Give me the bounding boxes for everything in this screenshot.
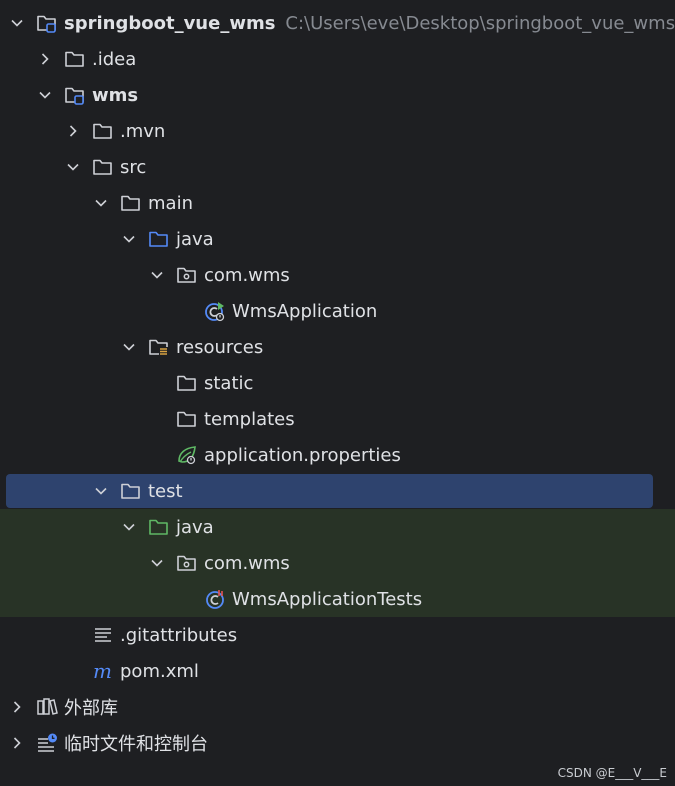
folder-icon [176, 372, 198, 394]
resources-folder-icon [148, 336, 170, 358]
svg-text:m: m [93, 660, 112, 682]
pom-file-label: pom.xml [120, 660, 199, 682]
folder-icon [176, 408, 198, 430]
folder-icon [64, 48, 86, 70]
app-class-label: WmsApplication [232, 300, 378, 322]
chevron-down-icon[interactable] [36, 86, 54, 104]
properties-file-label: application.properties [204, 444, 401, 466]
external-libraries-label: 外部库 [64, 698, 118, 719]
module-folder-icon [36, 12, 58, 34]
library-icon [36, 696, 58, 718]
root-project-path: C:\Users\eve\Desktop\springboot_vue_wms [285, 12, 675, 34]
tree-row-main-java[interactable]: java [0, 221, 675, 257]
tree-row-main-package[interactable]: com.wms [0, 257, 675, 293]
chevron-right-icon[interactable] [8, 698, 26, 716]
tree-row-wms[interactable]: wms [0, 77, 675, 113]
tree-row-test-class[interactable]: WmsApplicationTests [0, 581, 675, 617]
chevron-down-icon[interactable] [92, 482, 110, 500]
mvn-folder-label: .mvn [120, 120, 166, 142]
maven-icon: m [92, 660, 114, 682]
folder-icon [92, 156, 114, 178]
folder-icon [120, 480, 142, 502]
resources-folder-label: resources [176, 336, 264, 358]
test-class-icon [204, 588, 226, 610]
tree-row-scratches[interactable]: 临时文件和控制台 [0, 725, 675, 761]
tree-row-static[interactable]: static [0, 365, 675, 401]
chevron-right-icon[interactable] [64, 122, 82, 140]
gitattributes-file-label: .gitattributes [120, 624, 238, 646]
tree-row-pom[interactable]: m pom.xml [0, 653, 675, 689]
chevron-down-icon[interactable] [92, 194, 110, 212]
tree-row-mvn[interactable]: .mvn [0, 113, 675, 149]
scratches-label: 临时文件和控制台 [64, 734, 208, 755]
chevron-right-icon[interactable] [8, 734, 26, 752]
source-folder-icon [148, 228, 170, 250]
tree-row-root[interactable]: springboot_vue_wms C:\Users\eve\Desktop\… [0, 5, 675, 41]
chevron-down-icon[interactable] [8, 14, 26, 32]
test-package-label: com.wms [204, 552, 290, 574]
chevron-down-icon[interactable] [64, 158, 82, 176]
tree-row-external-libraries[interactable]: 外部库 [0, 689, 675, 725]
folder-icon [92, 120, 114, 142]
static-folder-label: static [204, 372, 254, 394]
chevron-down-icon[interactable] [148, 554, 166, 572]
tree-row-properties[interactable]: application.properties [0, 437, 675, 473]
test-folder-label: test [148, 480, 183, 502]
watermark: CSDN @E___V___E [557, 766, 667, 780]
text-file-icon [92, 624, 114, 646]
main-package-label: com.wms [204, 264, 290, 286]
package-icon [176, 552, 198, 574]
folder-icon [120, 192, 142, 214]
spring-properties-icon [176, 444, 198, 466]
test-class-label: WmsApplicationTests [232, 588, 423, 610]
chevron-down-icon[interactable] [120, 518, 138, 536]
main-folder-label: main [148, 192, 193, 214]
chevron-down-icon[interactable] [148, 266, 166, 284]
tree-row-idea[interactable]: .idea [0, 41, 675, 77]
tree-row-test-package[interactable]: com.wms [0, 545, 675, 581]
spring-boot-class-icon [204, 300, 226, 322]
tree-row-main[interactable]: main [0, 185, 675, 221]
chevron-down-icon[interactable] [120, 230, 138, 248]
chevron-down-icon[interactable] [120, 338, 138, 356]
tree-row-src[interactable]: src [0, 149, 675, 185]
project-tree: springboot_vue_wms C:\Users\eve\Desktop\… [0, 5, 675, 761]
tree-row-app-class[interactable]: WmsApplication [0, 293, 675, 329]
wms-module-label: wms [92, 84, 139, 106]
src-folder-label: src [120, 156, 147, 178]
tree-row-test[interactable]: test [0, 473, 675, 509]
test-java-folder-label: java [176, 516, 214, 538]
tree-row-test-java[interactable]: java [0, 509, 675, 545]
idea-folder-label: .idea [92, 48, 137, 70]
package-icon [176, 264, 198, 286]
module-folder-icon [64, 84, 86, 106]
root-project-label: springboot_vue_wms [64, 12, 276, 34]
templates-folder-label: templates [204, 408, 295, 430]
main-java-folder-label: java [176, 228, 214, 250]
scratches-icon [36, 732, 58, 754]
tree-row-gitattributes[interactable]: .gitattributes [0, 617, 675, 653]
tree-row-templates[interactable]: templates [0, 401, 675, 437]
test-source-folder-icon [148, 516, 170, 538]
chevron-right-icon[interactable] [36, 50, 54, 68]
tree-row-resources[interactable]: resources [0, 329, 675, 365]
